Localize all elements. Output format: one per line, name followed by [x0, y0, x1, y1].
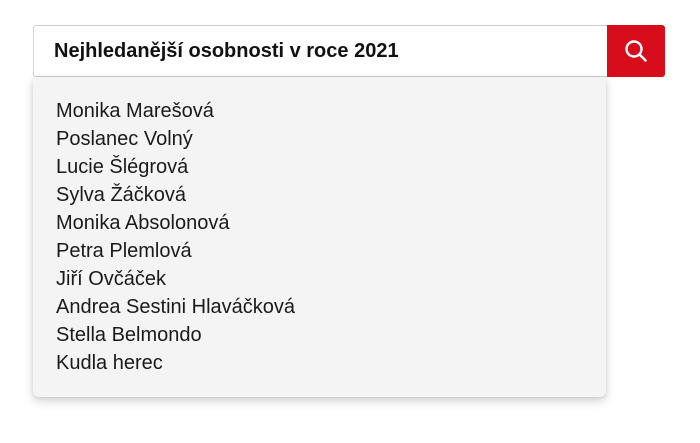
search-input[interactable]: [34, 26, 607, 76]
suggestion-item[interactable]: Kudla herec: [33, 349, 606, 377]
search-icon: [625, 40, 647, 62]
suggestions-dropdown: Monika Marešová Poslanec Volný Lucie Šlé…: [33, 77, 606, 397]
search-bar: [33, 25, 607, 77]
suggestion-item[interactable]: Monika Marešová: [33, 97, 606, 125]
suggestion-item[interactable]: Jiří Ovčáček: [33, 265, 606, 293]
suggestions-list: Monika Marešová Poslanec Volný Lucie Šlé…: [33, 97, 606, 377]
suggestion-item[interactable]: Sylva Žáčková: [33, 181, 606, 209]
suggestion-item[interactable]: Monika Absolonová: [33, 209, 606, 237]
suggestion-item[interactable]: Poslanec Volný: [33, 125, 606, 153]
suggestion-item[interactable]: Lucie Šlégrová: [33, 153, 606, 181]
suggestion-item[interactable]: Andrea Sestini Hlaváčková: [33, 293, 606, 321]
suggestion-item[interactable]: Petra Plemlová: [33, 237, 606, 265]
search-button[interactable]: [607, 25, 665, 77]
suggestion-item[interactable]: Stella Belmondo: [33, 321, 606, 349]
